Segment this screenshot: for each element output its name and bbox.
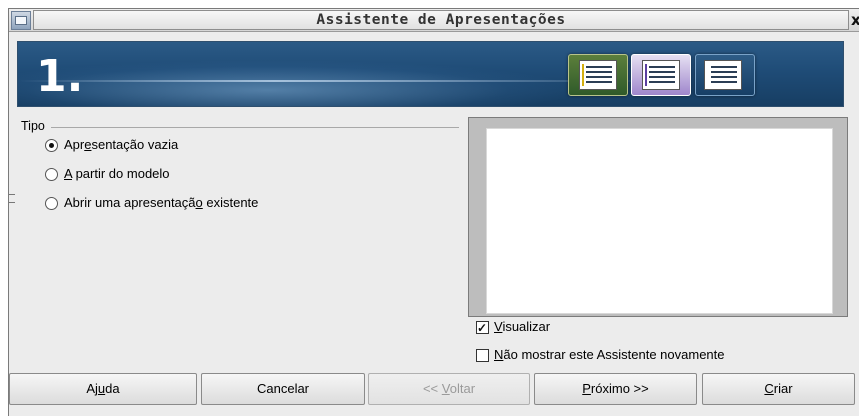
title-bar[interactable]: Assistente de Apresentações x: [9, 9, 859, 32]
button-bar: Ajuda Cancelar << Voltar Próximo >> Cria…: [9, 373, 859, 407]
preview-canvas: [486, 128, 833, 314]
radio-label: A partir do modelo: [64, 166, 170, 181]
window-edge-mark: [9, 202, 15, 203]
checkbox[interactable]: [476, 349, 489, 362]
radio-button[interactable]: [45, 197, 58, 210]
slide-list-blue-icon: [695, 54, 755, 96]
window-edge-mark: [9, 194, 15, 195]
slide-list-purple-icon: [631, 54, 691, 96]
tipo-group-divider: [51, 127, 459, 128]
radio-label: Apresentação vazia: [64, 137, 179, 152]
cancel-button[interactable]: Cancelar: [201, 373, 365, 405]
radio-button-checked[interactable]: [45, 139, 58, 152]
help-button[interactable]: Ajuda: [9, 373, 197, 405]
radio-label: Abrir uma apresentação existente: [64, 195, 259, 210]
next-button[interactable]: Próximo >>: [534, 373, 697, 405]
back-button[interactable]: << Voltar: [368, 373, 530, 405]
checkbox-label: Visualizar: [494, 319, 551, 334]
presentation-wizard-dialog: Assistente de Apresentações x 1. Tipo Ap…: [8, 8, 859, 416]
step-number: 1.: [36, 51, 84, 102]
banner-glow: [18, 60, 578, 106]
presentation-app-icon[interactable]: [11, 11, 31, 30]
create-button[interactable]: Criar: [702, 373, 855, 405]
checkbox-label: Não mostrar este Assistente novamente: [494, 347, 725, 362]
checkbox-checked[interactable]: [476, 318, 489, 338]
tipo-group-label: Tipo: [21, 119, 45, 133]
wizard-banner: 1.: [17, 41, 844, 107]
close-icon[interactable]: x: [851, 9, 859, 31]
slide-list-green-icon: [568, 54, 628, 96]
radio-button[interactable]: [45, 168, 58, 181]
preview-panel: [468, 117, 848, 317]
banner-line: [18, 80, 658, 82]
window-title: Assistente de Apresentações: [33, 10, 849, 30]
